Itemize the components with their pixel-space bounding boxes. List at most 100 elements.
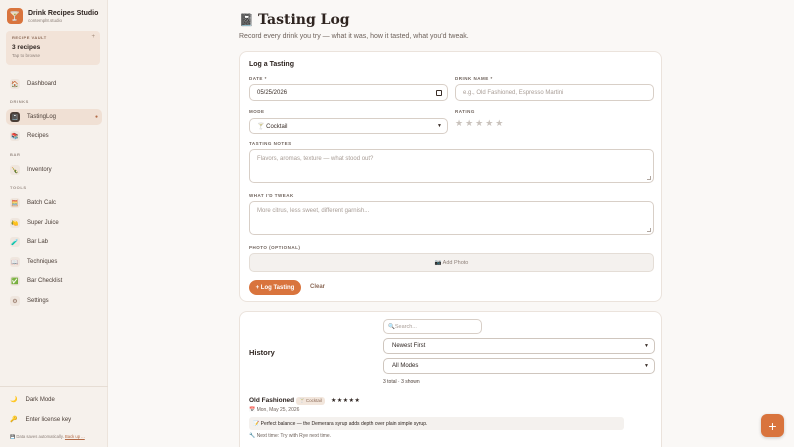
date-label: DATE * bbox=[249, 76, 267, 81]
search-placeholder: Search... bbox=[394, 323, 417, 330]
search-icon: 🔍 bbox=[388, 323, 395, 330]
nav-section-bar: BAR bbox=[10, 152, 21, 157]
history-count: 3 total · 3 shown bbox=[383, 379, 420, 385]
sidebar-item-dashboard[interactable]: 🏠 Dashboard bbox=[10, 77, 102, 91]
log-tasting-button[interactable]: + Log Tasting bbox=[249, 280, 301, 295]
sidebar-item-label: Recipes bbox=[27, 133, 49, 139]
brand[interactable]: 🍸 Drink Recipes Studio contempl8.studio bbox=[7, 8, 98, 24]
sidebar-item-label: Techniques bbox=[27, 259, 58, 265]
sidebar-item-label: Settings bbox=[27, 298, 49, 304]
home-icon: 🏠 bbox=[10, 79, 20, 89]
entry-date: 📅 Mon, May 25, 2026 bbox=[249, 407, 300, 413]
autosave-note: 💾 Data saves automatically. Back up ... bbox=[10, 434, 85, 440]
rating-stars[interactable]: ★★★★★ bbox=[455, 118, 505, 129]
cocktail-logo-icon: 🍸 bbox=[7, 8, 23, 24]
entry-rating-stars: ★★★★★ bbox=[331, 398, 361, 404]
calculator-icon: 🧮 bbox=[10, 198, 20, 208]
filter-value: All Modes bbox=[392, 363, 419, 369]
mode-select[interactable]: 🍸 Cocktail ▼ bbox=[249, 118, 448, 134]
floating-add-button[interactable]: + bbox=[761, 414, 784, 437]
history-title: History bbox=[249, 348, 275, 357]
vault-count: 3 recipes bbox=[12, 44, 41, 51]
history-search-input[interactable]: 🔍 Search... bbox=[383, 319, 482, 334]
sidebar-item-bar-checklist[interactable]: ✅ Bar Checklist bbox=[10, 274, 102, 288]
moon-icon: 🌙 bbox=[10, 397, 18, 403]
sidebar-item-label: TastingLog bbox=[27, 114, 57, 120]
gear-icon: ⚙ bbox=[10, 296, 20, 306]
photo-label: PHOTO (OPTIONAL) bbox=[249, 245, 301, 250]
page-subtitle: Record every drink you try — what it was… bbox=[239, 33, 469, 40]
history-card: History 🔍 Search... Newest First ▼ All M… bbox=[239, 311, 662, 447]
autosave-text: 💾 Data saves automatically. bbox=[10, 434, 64, 439]
notebook-icon: 📓 bbox=[10, 112, 20, 122]
dark-mode-label: Dark Mode bbox=[25, 396, 55, 403]
tweak-label: WHAT I'D TWEAK bbox=[249, 193, 294, 198]
mode-filter-select[interactable]: All Modes ▼ bbox=[383, 358, 655, 374]
sidebar-item-batch-calc[interactable]: 🧮 Batch Calc bbox=[10, 196, 102, 210]
form-title: Log a Tasting bbox=[249, 61, 294, 68]
clear-button[interactable]: Clear bbox=[310, 284, 325, 290]
chevron-down-icon: ▼ bbox=[437, 123, 442, 129]
entry-note: 📝 Perfect balance — the Demerara syrup a… bbox=[249, 417, 624, 430]
notes-placeholder: Flavors, aromas, texture — what stood ou… bbox=[257, 156, 374, 162]
tweak-textarea[interactable]: More citrus, less sweet, different garni… bbox=[249, 201, 654, 235]
open-book-icon: 📖 bbox=[10, 257, 20, 267]
entry-mode-badge: 🍸 Cocktail bbox=[296, 397, 325, 405]
sidebar-divider bbox=[0, 386, 108, 387]
license-key-label: Enter license key bbox=[25, 416, 72, 423]
backup-link[interactable]: Back up ... bbox=[65, 434, 85, 439]
date-input[interactable]: 05/25/2026 bbox=[249, 84, 448, 101]
drink-name-label: DRINK NAME * bbox=[455, 76, 493, 81]
log-tasting-card: Log a Tasting DATE * 05/25/2026 DRINK NA… bbox=[239, 51, 662, 302]
calendar-icon[interactable] bbox=[436, 90, 442, 96]
tasting-notes-textarea[interactable]: Flavors, aromas, texture — what stood ou… bbox=[249, 149, 654, 183]
nav-section-drinks: DRINKS bbox=[10, 99, 29, 104]
sidebar-item-tasting-log[interactable]: 📓 TastingLog ● bbox=[6, 109, 102, 125]
test-tube-icon: 🧪 bbox=[10, 237, 20, 247]
drink-name-input[interactable]: e.g., Old Fashioned, Espresso Martini bbox=[455, 84, 654, 101]
sidebar-item-inventory[interactable]: 🍾 Inventory bbox=[10, 163, 102, 177]
sort-value: Newest First bbox=[392, 343, 426, 349]
resize-handle[interactable] bbox=[647, 228, 651, 232]
sidebar-item-super-juice[interactable]: 🍋 Super Juice bbox=[10, 216, 102, 230]
rating-label: RATING bbox=[455, 109, 475, 114]
page-title-text: Tasting Log bbox=[257, 12, 350, 28]
dark-mode-toggle[interactable]: 🌙 Dark Mode bbox=[10, 396, 55, 404]
add-photo-button[interactable]: 📷 Add Photo bbox=[249, 253, 654, 272]
chevron-down-icon: ▼ bbox=[644, 343, 649, 349]
sort-select[interactable]: Newest First ▼ bbox=[383, 338, 655, 354]
chevron-down-icon: ▼ bbox=[644, 363, 649, 369]
sidebar-item-recipes[interactable]: 📚 Recipes bbox=[10, 129, 102, 143]
app-user: contempl8.studio bbox=[28, 17, 63, 23]
sidebar-item-label: Dashboard bbox=[27, 81, 57, 87]
sidebar-item-label: Super Juice bbox=[27, 220, 59, 226]
date-value: 05/25/2026 bbox=[257, 89, 288, 96]
entry-tweak: 🔧 Next time: Try with Rye next time. bbox=[249, 433, 332, 439]
books-icon: 📚 bbox=[10, 131, 20, 141]
recipe-vault-card[interactable]: RECIPE VAULT + 3 recipes Tap to browse bbox=[6, 31, 100, 65]
entry-name[interactable]: Old Fashioned bbox=[249, 397, 294, 404]
vault-add-icon[interactable]: + bbox=[91, 34, 95, 40]
active-dot-icon: ● bbox=[94, 114, 98, 120]
page-title: 📓 Tasting Log bbox=[239, 12, 350, 28]
key-icon: 🔑 bbox=[10, 417, 18, 423]
vault-label: RECIPE VAULT bbox=[12, 35, 47, 40]
license-key-button[interactable]: 🔑 Enter license key bbox=[10, 416, 72, 424]
sidebar-item-settings[interactable]: ⚙ Settings bbox=[10, 294, 102, 308]
resize-handle[interactable] bbox=[647, 176, 651, 180]
sidebar-item-label: Bar Lab bbox=[27, 239, 49, 245]
nav-section-tools: TOOLS bbox=[10, 185, 27, 190]
mode-value: 🍸 Cocktail bbox=[257, 123, 288, 130]
mode-label: MODE bbox=[249, 109, 265, 114]
sidebar: 🍸 Drink Recipes Studio contempl8.studio … bbox=[0, 0, 108, 447]
sidebar-item-label: Batch Calc bbox=[27, 200, 57, 206]
lemon-icon: 🍋 bbox=[10, 218, 20, 228]
sidebar-item-label: Inventory bbox=[27, 167, 52, 173]
sidebar-item-bar-lab[interactable]: 🧪 Bar Lab bbox=[10, 235, 102, 249]
sidebar-item-label: Bar Checklist bbox=[27, 278, 63, 284]
sidebar-item-techniques[interactable]: 📖 Techniques bbox=[10, 255, 102, 269]
app-title: Drink Recipes Studio bbox=[28, 9, 99, 17]
tasting-notes-label: TASTING NOTES bbox=[249, 141, 292, 146]
bottle-icon: 🍾 bbox=[10, 165, 20, 175]
vault-hint: Tap to browse bbox=[12, 53, 41, 58]
